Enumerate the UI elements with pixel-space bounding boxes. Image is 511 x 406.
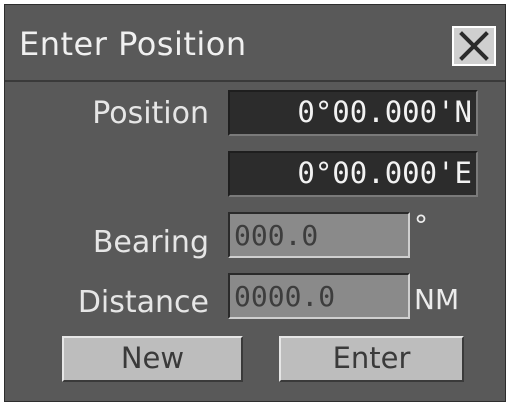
dialog-titlebar: Enter Position [5, 5, 505, 82]
bearing-input[interactable] [228, 212, 410, 258]
latitude-readout: 0°00.000'N [228, 90, 478, 136]
longitude-readout: 0°00.000'E [228, 151, 478, 197]
bearing-unit: ° [414, 209, 428, 242]
dialog-title: Enter Position [19, 25, 247, 63]
bearing-label: Bearing [92, 225, 209, 260]
enter-button[interactable]: Enter [279, 336, 464, 382]
distance-unit: NM [414, 283, 460, 316]
close-x-icon [459, 31, 489, 61]
distance-label: Distance [77, 285, 209, 320]
enter-position-dialog: Enter Position Position 0°00.000'N 0°00.… [4, 4, 506, 402]
distance-input[interactable] [228, 273, 410, 319]
close-button[interactable] [452, 26, 496, 66]
position-label: Position [92, 96, 209, 131]
new-button[interactable]: New [62, 336, 243, 382]
